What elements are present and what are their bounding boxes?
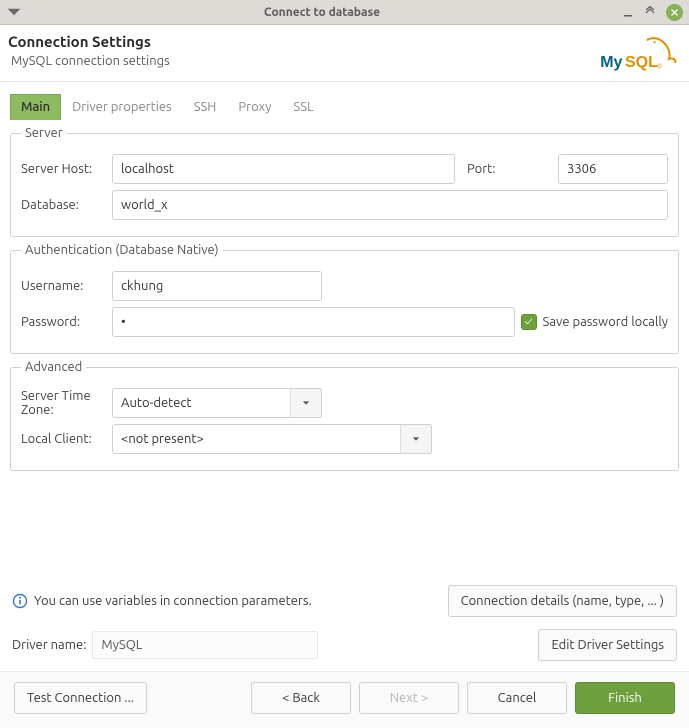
info-text: You can use variables in connection para… xyxy=(34,594,312,608)
local-client-combo[interactable] xyxy=(112,424,432,454)
local-client-input[interactable] xyxy=(112,424,432,454)
advanced-legend: Advanced xyxy=(21,360,86,374)
mysql-logo: My SQL ® xyxy=(597,33,677,77)
database-label: Database: xyxy=(21,198,106,212)
connection-details-button[interactable]: Connection details (name, type, ... ) xyxy=(448,585,677,617)
back-button[interactable]: < Back xyxy=(251,682,351,714)
auth-group: Authentication (Database Native) Usernam… xyxy=(10,243,679,354)
server-host-input[interactable] xyxy=(112,154,455,184)
tab-bar: Main Driver properties SSH Proxy SSL xyxy=(0,82,689,120)
system-menu-icon[interactable] xyxy=(6,4,22,20)
driver-name-value: MySQL xyxy=(92,631,318,659)
port-label: Port: xyxy=(467,162,552,176)
edit-driver-settings-button[interactable]: Edit Driver Settings xyxy=(538,629,677,661)
svg-text:®: ® xyxy=(657,63,662,71)
tab-driver-properties[interactable]: Driver properties xyxy=(61,94,183,120)
save-password-label: Save password locally xyxy=(543,315,668,329)
close-icon[interactable] xyxy=(666,4,683,21)
password-input[interactable] xyxy=(112,307,515,337)
minimize-icon[interactable] xyxy=(622,6,634,18)
chevron-down-icon[interactable] xyxy=(400,424,432,454)
tab-proxy[interactable]: Proxy xyxy=(227,94,282,120)
username-input[interactable] xyxy=(112,271,322,301)
finish-button[interactable]: Finish xyxy=(575,682,675,714)
main-panel: Server Server Host: Port: Database: Auth… xyxy=(0,120,689,671)
check-icon: ✓ xyxy=(521,314,537,330)
driver-name-label: Driver name: xyxy=(12,638,86,652)
save-password-checkbox[interactable]: ✓ Save password locally xyxy=(521,314,668,330)
test-connection-button[interactable]: Test Connection ... xyxy=(14,682,147,714)
auth-legend: Authentication (Database Native) xyxy=(21,243,223,257)
password-label: Password: xyxy=(21,315,106,329)
tab-main[interactable]: Main xyxy=(10,94,61,120)
timezone-combo[interactable] xyxy=(112,388,322,418)
next-button[interactable]: Next > xyxy=(359,682,459,714)
svg-text:SQL: SQL xyxy=(625,54,658,71)
tab-ssh[interactable]: SSH xyxy=(183,94,228,120)
dialog-header: Connection Settings MySQL connection set… xyxy=(0,25,689,82)
dialog-footer: Test Connection ... < Back Next > Cancel… xyxy=(0,671,689,728)
advanced-group: Advanced Server Time Zone: Local Client: xyxy=(10,360,679,471)
server-legend: Server xyxy=(21,126,67,140)
titlebar: Connect to database xyxy=(0,0,689,25)
cancel-button[interactable]: Cancel xyxy=(467,682,567,714)
server-host-label: Server Host: xyxy=(21,162,106,176)
window-title: Connect to database xyxy=(22,6,622,19)
page-title: Connection Settings xyxy=(8,33,597,50)
info-icon xyxy=(12,593,28,609)
database-input[interactable] xyxy=(112,190,668,220)
maximize-icon[interactable] xyxy=(644,6,656,18)
svg-text:My: My xyxy=(600,54,622,71)
username-label: Username: xyxy=(21,279,106,293)
timezone-label: Server Time Zone: xyxy=(21,389,106,417)
port-input[interactable] xyxy=(558,154,668,184)
local-client-label: Local Client: xyxy=(21,432,106,446)
chevron-down-icon[interactable] xyxy=(290,388,322,418)
server-group: Server Server Host: Port: Database: xyxy=(10,126,679,237)
page-subtitle: MySQL connection settings xyxy=(11,54,597,68)
tab-ssl[interactable]: SSL xyxy=(282,94,324,120)
